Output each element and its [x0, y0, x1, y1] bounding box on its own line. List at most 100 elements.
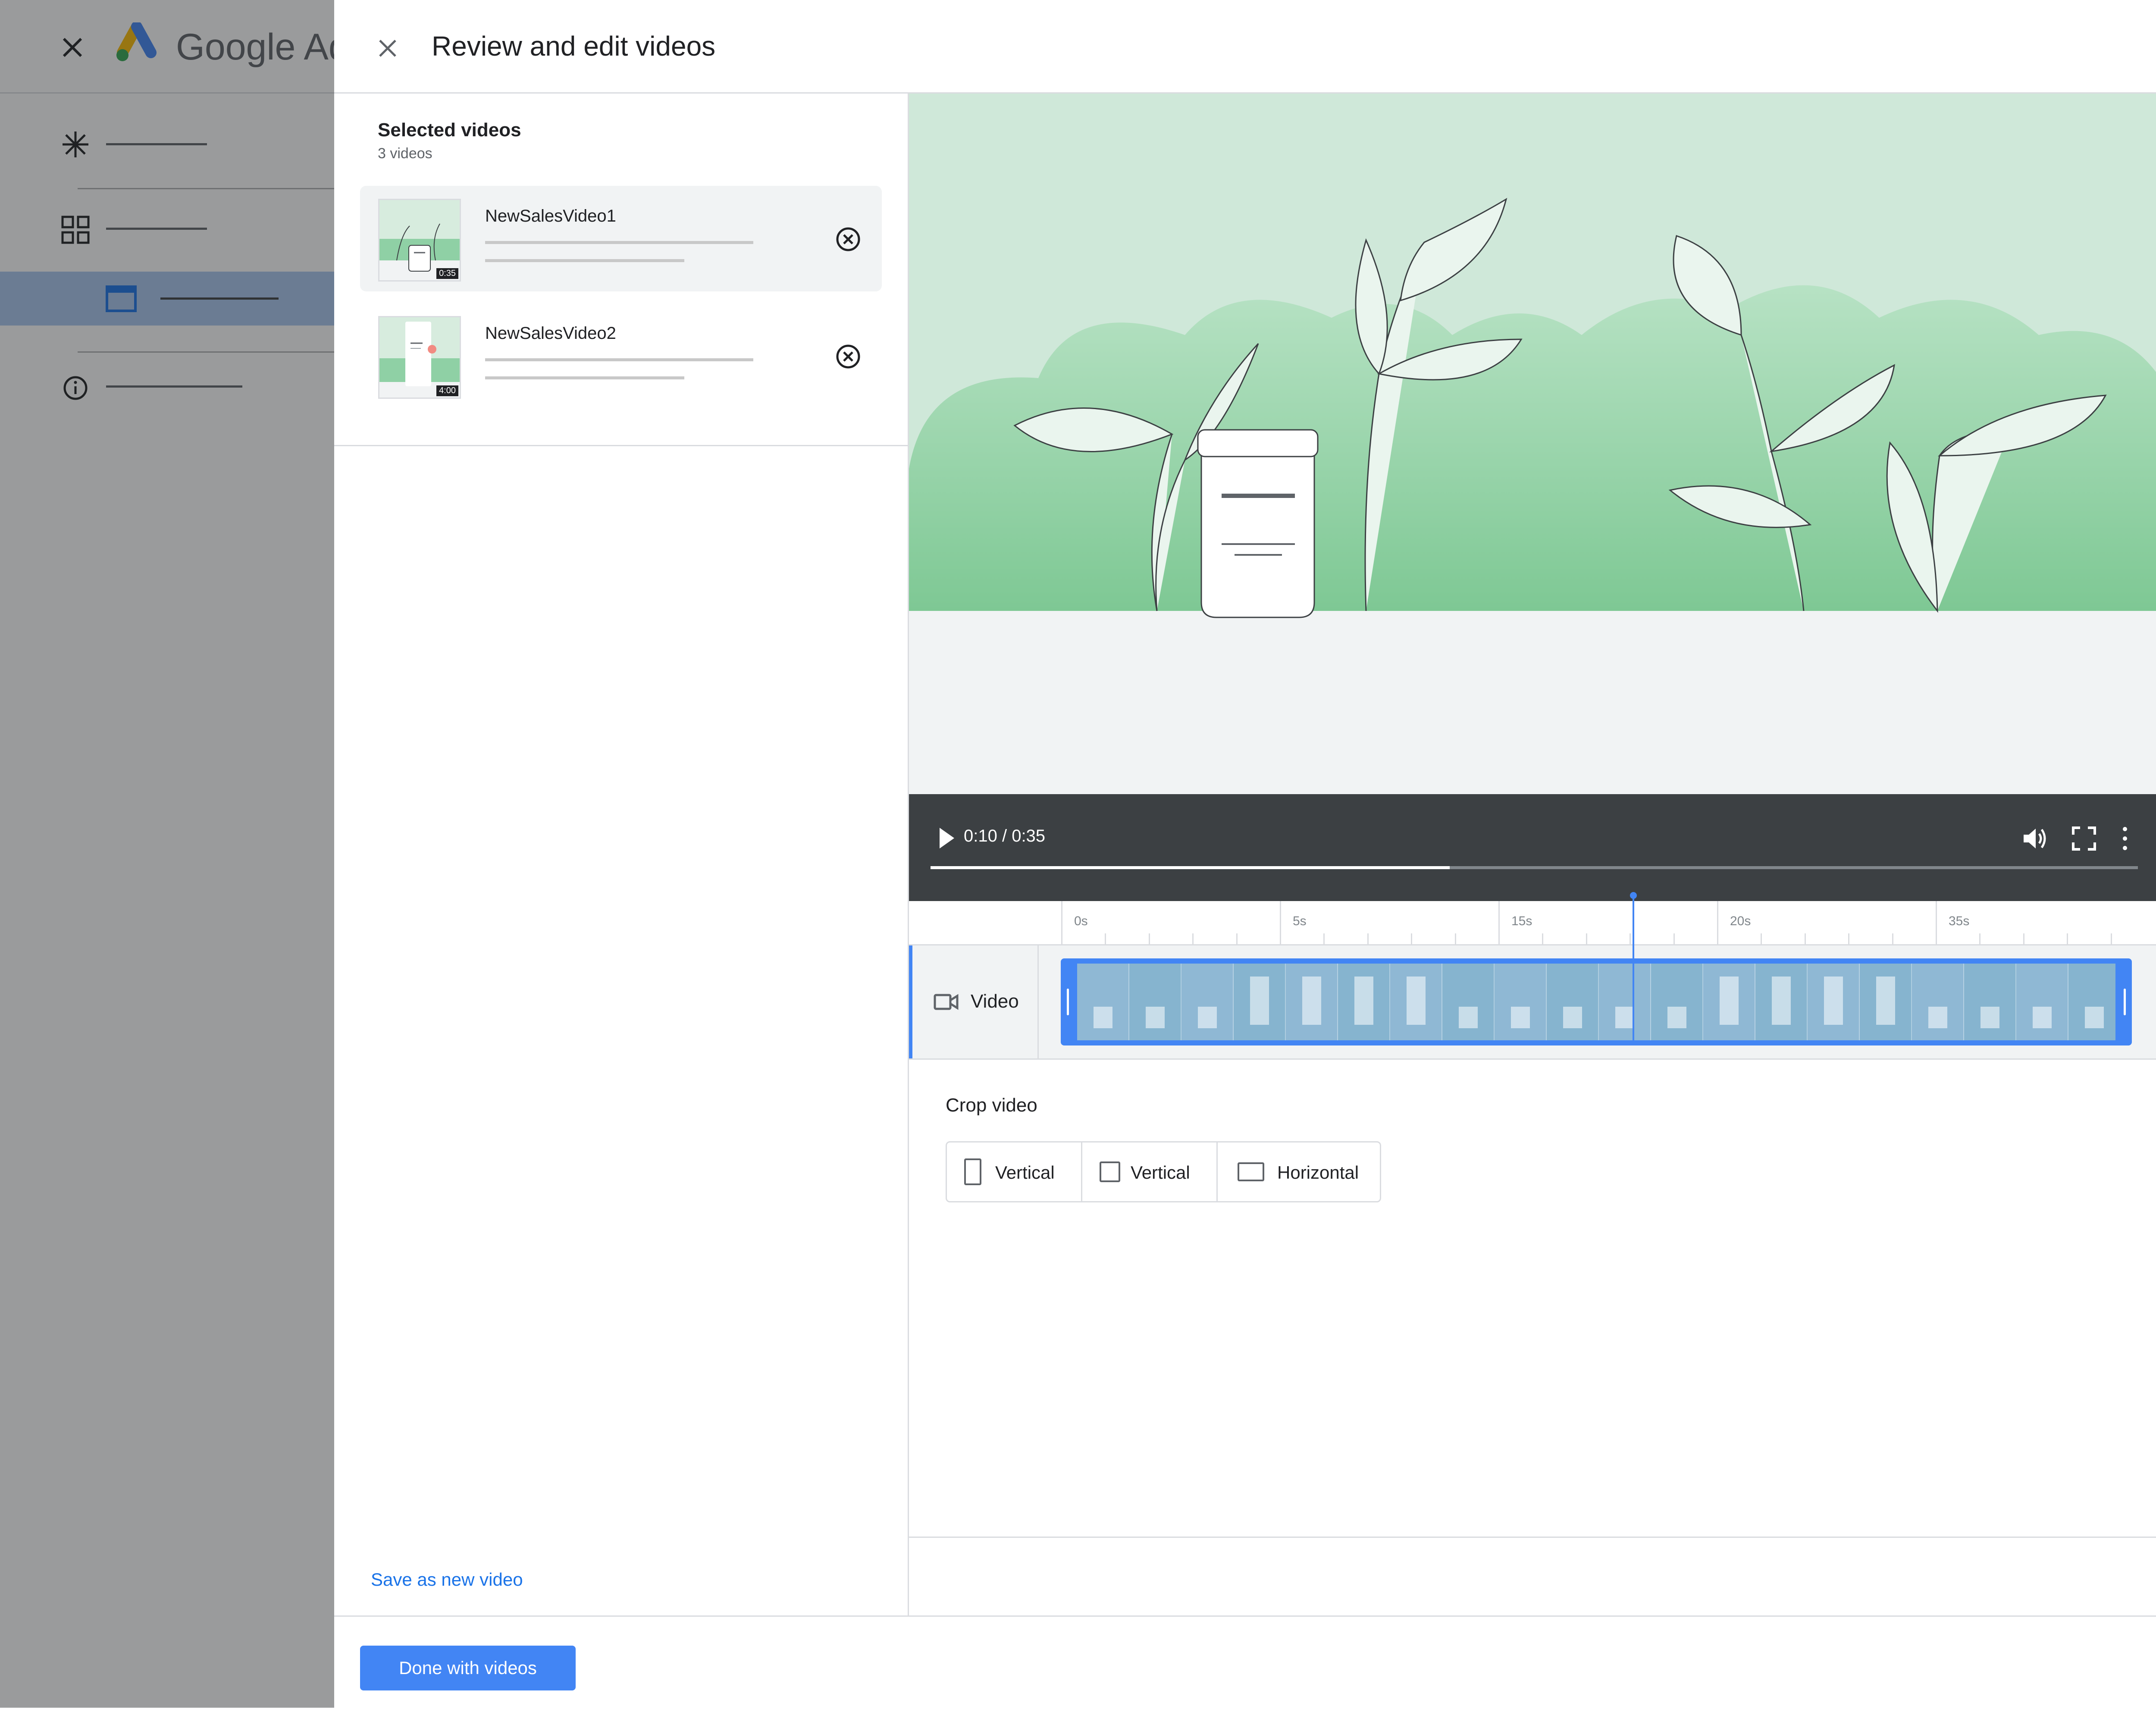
clip-frame	[1860, 964, 1912, 1040]
ruler-minor-tick	[1630, 933, 1631, 944]
clip-frame	[1390, 964, 1442, 1040]
crop-options: Vertical Vertical Horizontal	[946, 1141, 1381, 1202]
close-icon[interactable]	[374, 34, 401, 62]
clip-trim-handle-end[interactable]	[2124, 989, 2126, 1015]
placeholder-line	[485, 241, 753, 244]
ruler-minor-tick	[1455, 933, 1456, 944]
remove-circle-icon[interactable]	[834, 343, 862, 370]
time-readout: 0:10 / 0:35	[964, 826, 1046, 845]
videocam-icon	[934, 994, 959, 1010]
fullscreen-icon[interactable]	[2069, 823, 2099, 854]
track-selected-accent	[909, 945, 912, 1058]
ruler-label: 0s	[1074, 914, 1088, 928]
clip-frame	[1651, 964, 1703, 1040]
ruler-tick	[1280, 901, 1281, 944]
ruler-minor-tick	[1149, 933, 1150, 944]
clip-frame	[1442, 964, 1495, 1040]
portrait-icon	[964, 1158, 981, 1185]
review-edit-videos-dialog: Review and edit videos Selected videos 3…	[334, 0, 2156, 1708]
video-name: NewSalesVideo1	[485, 207, 616, 225]
clip-frame	[2068, 964, 2115, 1040]
section-divider	[909, 1537, 2156, 1538]
remove-circle-icon[interactable]	[834, 225, 862, 253]
clip-frame	[1703, 964, 1755, 1040]
dialog-header: Review and edit videos	[334, 0, 2156, 94]
done-with-videos-button[interactable]: Done with videos	[360, 1646, 576, 1690]
video-track: Video	[909, 945, 2156, 1060]
clip-frame	[1547, 964, 1599, 1040]
ruler-minor-tick	[1192, 933, 1194, 944]
dialog-title: Review and edit videos	[432, 31, 716, 62]
crop-option-horizontal[interactable]: Horizontal	[1218, 1142, 1380, 1201]
ruler-minor-tick	[1848, 933, 1849, 944]
ruler-minor-tick	[2067, 933, 2068, 944]
ruler-label: 5s	[1293, 914, 1307, 928]
crop-option-square[interactable]: Vertical	[1082, 1142, 1218, 1201]
track-header: Video	[912, 945, 1039, 1058]
clip-trim-handle-start[interactable]	[1067, 989, 1069, 1015]
selected-videos-panel: Selected videos 3 videos 0:35 NewSalesVi…	[334, 94, 909, 1615]
track-label: Video	[971, 991, 1019, 1012]
video-duration: 0:35	[436, 268, 458, 279]
volume-icon[interactable]	[2019, 823, 2049, 854]
square-icon	[1100, 1161, 1120, 1182]
clip-frame	[1495, 964, 1547, 1040]
crop-option-label: Vertical	[1131, 1162, 1190, 1183]
video-thumbnail: 4:00	[378, 316, 461, 399]
landscape-icon	[1238, 1162, 1264, 1181]
timeline-playhead[interactable]	[1633, 895, 1634, 1041]
video-name: NewSalesVideo2	[485, 324, 616, 343]
video-editor-panel: 0:10 / 0:35 0s 5s 15s 20s 35s Video Crop…	[909, 94, 2156, 1615]
ruler-tick	[1061, 901, 1062, 944]
clip-frame	[1129, 964, 1181, 1040]
ruler-label: 20s	[1730, 914, 1751, 928]
placeholder-line	[485, 358, 753, 361]
ruler-minor-tick	[1411, 933, 1412, 944]
clip-filmstrip	[1077, 964, 2115, 1040]
ruler-label: 35s	[1949, 914, 1970, 928]
ruler-minor-tick	[1367, 933, 1369, 944]
play-icon[interactable]	[933, 824, 959, 852]
clip-frame	[1755, 964, 1808, 1040]
crop-video-title: Crop video	[946, 1095, 1037, 1116]
ruler-tick	[1936, 901, 1937, 944]
video-thumbnail: 0:35	[378, 199, 461, 282]
clip-frame	[1808, 964, 1860, 1040]
video-player-controls: 0:10 / 0:35	[909, 794, 2156, 901]
save-as-new-video-link[interactable]: Save as new video	[371, 1569, 523, 1590]
ruler-minor-tick	[1323, 933, 1325, 944]
ruler-minor-tick	[1892, 933, 1893, 944]
clip-frame	[1234, 964, 1286, 1040]
progress-bar[interactable]	[931, 866, 2138, 869]
clip-frame	[1286, 964, 1338, 1040]
timeline-ruler: 0s 5s 15s 20s 35s	[909, 901, 2156, 945]
ruler-label: 15s	[1511, 914, 1532, 928]
progress-fill	[931, 866, 1450, 869]
selected-videos-count: 3 videos	[378, 145, 432, 162]
selected-videos-title: Selected videos	[378, 119, 521, 141]
video-list-item[interactable]: 4:00 NewSalesVideo2	[360, 303, 882, 409]
ruler-minor-tick	[1673, 933, 1675, 944]
placeholder-line	[485, 376, 684, 379]
crop-option-label: Horizontal	[1277, 1162, 1359, 1183]
playhead-handle[interactable]	[1630, 892, 1637, 899]
clip-frame	[1181, 964, 1234, 1040]
ruler-minor-tick	[1979, 933, 1981, 944]
ruler-tick	[1498, 901, 1500, 944]
video-clip[interactable]	[1061, 958, 2132, 1045]
clip-frame	[1338, 964, 1390, 1040]
clip-frame	[1964, 964, 2016, 1040]
clip-frame	[2016, 964, 2068, 1040]
video-list-item[interactable]: 0:35 NewSalesVideo1	[360, 186, 882, 291]
modal-scrim[interactable]	[0, 0, 334, 1708]
more-vert-icon[interactable]	[2116, 823, 2134, 854]
ruler-minor-tick	[1542, 933, 1543, 944]
ruler-minor-tick	[1105, 933, 1106, 944]
dialog-footer: Done with videos	[334, 1615, 2156, 1709]
crop-option-vertical[interactable]: Vertical	[947, 1142, 1082, 1201]
placeholder-line	[485, 259, 684, 262]
ruler-minor-tick	[1236, 933, 1238, 944]
ruler-tick	[1717, 901, 1718, 944]
ruler-minor-tick	[1586, 933, 1587, 944]
ruler-minor-tick	[1805, 933, 1806, 944]
